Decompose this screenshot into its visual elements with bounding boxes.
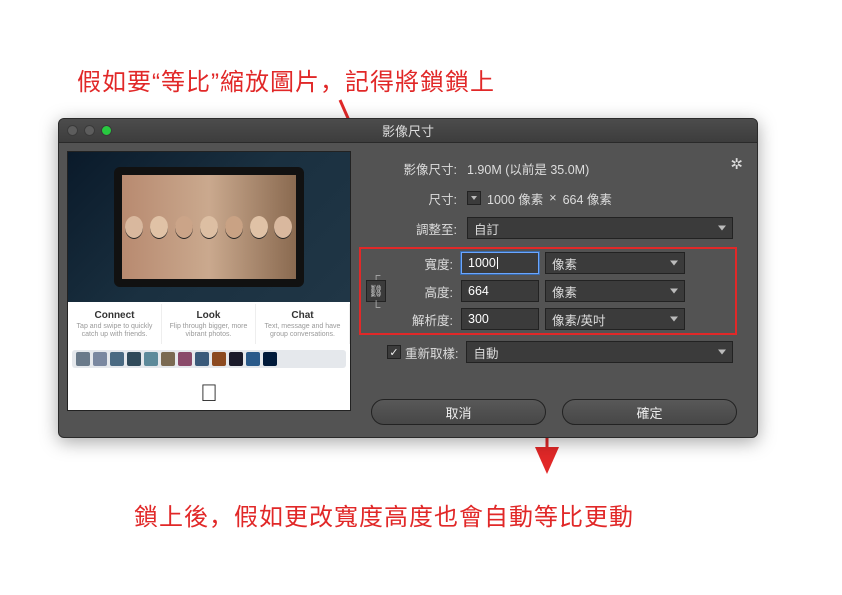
annotation-bottom: 鎖上後，假如更改寬度高度也會自動等比更動 — [134, 497, 634, 532]
preview-feature: ChatText, message and have group convers… — [256, 304, 350, 344]
resolution-unit-select[interactable]: 像素/英吋 — [545, 308, 685, 330]
chain-link-icon: ⛓ — [368, 284, 383, 298]
link-top-bracket-icon: ┌ — [372, 270, 381, 280]
width-input[interactable]: 1000 — [461, 252, 539, 274]
window-title: 影像尺寸 — [59, 121, 757, 140]
image-size-dialog: 影像尺寸 ConnectTap and swipe to quickly cat… — [58, 118, 758, 438]
width-unit-select[interactable]: 像素 — [545, 252, 685, 274]
ok-button[interactable]: 確定 — [562, 399, 737, 425]
apple-logo-icon:  — [200, 380, 218, 408]
window-zoom-icon[interactable] — [101, 125, 112, 136]
dimensions-width: 1000 像素 — [487, 189, 543, 208]
gear-icon[interactable]: ✲ — [730, 155, 743, 173]
dimensions-x: × — [549, 191, 556, 205]
height-input[interactable]: 664 — [461, 280, 539, 302]
preview-column: ConnectTap and swipe to quickly catch up… — [59, 143, 359, 437]
tablet-icon — [114, 167, 304, 287]
form-column: ✲ 影像尺寸: 1.90M (以前是 35.0M) 尺寸: 1000 像素 × … — [359, 143, 757, 437]
resolution-label: 解析度: — [393, 310, 453, 329]
fit-to-select[interactable]: 自訂 — [467, 217, 733, 239]
preview-dock — [72, 350, 346, 368]
window-controls — [67, 125, 112, 136]
dimensions-label: 尺寸: — [359, 189, 457, 208]
image-size-label: 影像尺寸: — [359, 159, 457, 178]
resample-select[interactable]: 自動 — [466, 341, 733, 363]
resolution-input[interactable]: 300 — [461, 308, 539, 330]
window-close-icon[interactable] — [67, 125, 78, 136]
resample-label: 重新取樣: — [405, 343, 458, 362]
image-preview: ConnectTap and swipe to quickly catch up… — [67, 151, 351, 411]
preview-feature: LookFlip through bigger, more vibrant ph… — [162, 304, 256, 344]
preview-feature: ConnectTap and swipe to quickly catch up… — [68, 304, 162, 344]
window-minimize-icon[interactable] — [84, 125, 95, 136]
titlebar[interactable]: 影像尺寸 — [59, 119, 757, 143]
dimensions-height: 664 像素 — [563, 189, 612, 208]
height-unit-select[interactable]: 像素 — [545, 280, 685, 302]
preview-footer:  — [68, 374, 350, 411]
height-label: 高度: — [393, 282, 453, 301]
fit-to-label: 調整至: — [359, 219, 457, 238]
image-size-value: 1.90M (以前是 35.0M) — [467, 159, 589, 178]
resample-checkbox[interactable]: ✓ — [387, 345, 401, 359]
width-label: 寬度: — [393, 254, 453, 273]
preview-hero — [68, 152, 350, 302]
constrain-proportions-button[interactable]: ⛓ — [366, 280, 386, 302]
link-bottom-bracket-icon: └ — [372, 302, 381, 312]
dimensions-unit-popup[interactable] — [467, 191, 481, 205]
annotation-top: 假如要“等比”縮放圖片，記得將鎖鎖上 — [77, 62, 495, 97]
preview-feature-row: ConnectTap and swipe to quickly catch up… — [68, 304, 350, 344]
highlighted-dimension-group: ┌ ⛓ └ 寬度: 1000 像素 高度: — [359, 247, 737, 335]
cancel-button[interactable]: 取消 — [371, 399, 546, 425]
